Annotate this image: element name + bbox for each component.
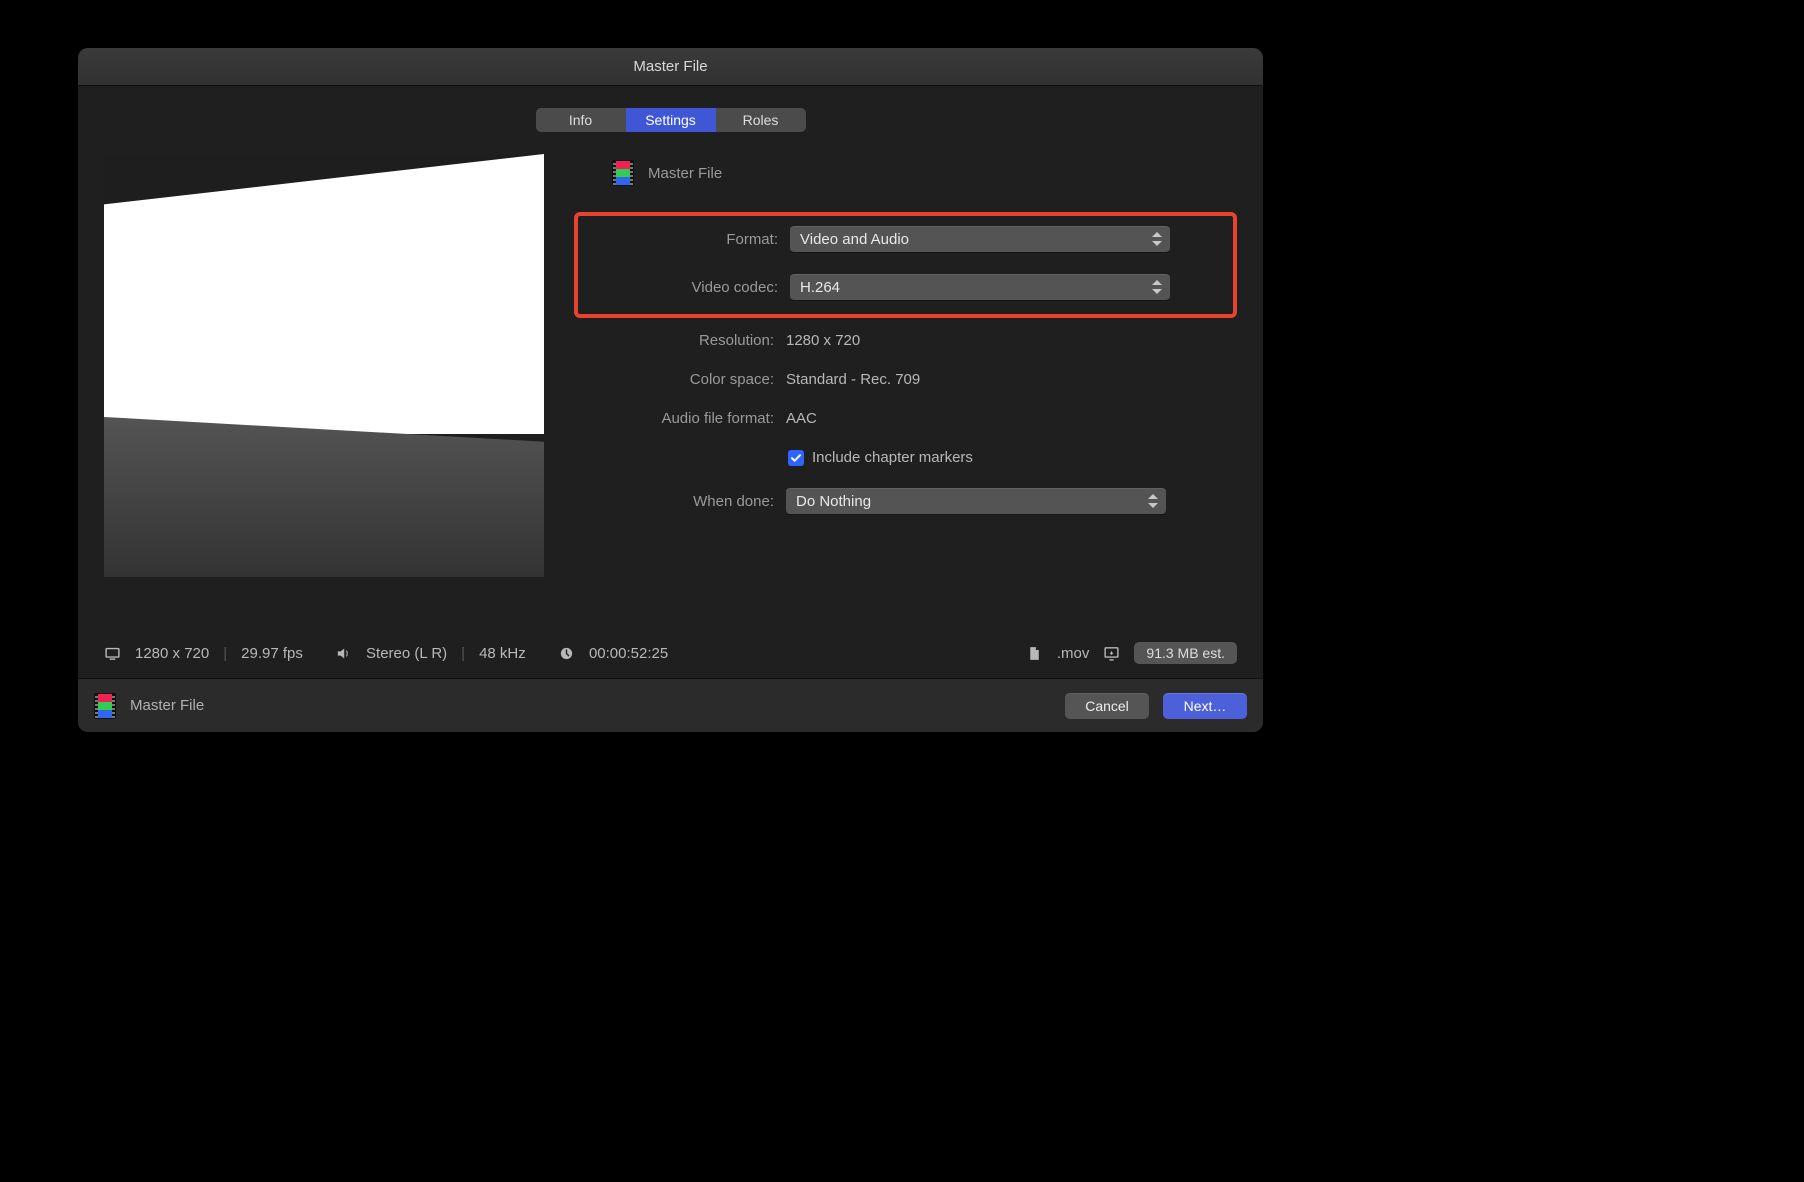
info-bar: 1280 x 720 | 29.97 fps Stereo (L R) | 48… [104, 640, 1237, 664]
chevron-updown-icon [1152, 232, 1162, 246]
footer-title: Master File [130, 697, 204, 714]
color-space-label: Color space: [574, 371, 774, 388]
chevron-updown-icon [1148, 494, 1158, 508]
dialog-footer: Master File Cancel Next… [78, 678, 1263, 732]
tabbar: Info Settings Roles [104, 108, 1237, 132]
cancel-button[interactable]: Cancel [1065, 693, 1149, 719]
info-audio: Stereo (L R) [366, 645, 447, 662]
video-codec-label: Video codec: [578, 279, 778, 296]
format-label: Format: [578, 231, 778, 248]
screen-icon [104, 645, 121, 662]
tab-roles[interactable]: Roles [716, 108, 806, 132]
format-select[interactable]: Video and Audio [790, 226, 1170, 252]
video-codec-select[interactable]: H.264 [790, 274, 1170, 300]
resolution-label: Resolution: [574, 332, 774, 349]
highlight-annotation: Format: Video and Audio Video codec: H.2… [574, 212, 1237, 318]
audio-format-label: Audio file format: [574, 410, 774, 427]
speaker-icon [335, 645, 352, 662]
video-codec-value: H.264 [800, 279, 840, 296]
resolution-value: 1280 x 720 [786, 332, 860, 349]
tab-settings[interactable]: Settings [626, 108, 716, 132]
check-icon [790, 452, 802, 464]
info-duration: 00:00:52:25 [589, 645, 668, 662]
size-badge: 91.3 MB est. [1134, 642, 1237, 664]
monitor-icon [1103, 645, 1120, 662]
clock-icon [558, 645, 575, 662]
audio-format-value: AAC [786, 410, 817, 427]
export-dialog: Master File Info Settings Roles Master F… [78, 48, 1263, 732]
titlebar: Master File [78, 48, 1263, 86]
info-fps: 29.97 fps [241, 645, 303, 662]
chevron-updown-icon [1152, 280, 1162, 294]
when-done-select[interactable]: Do Nothing [786, 488, 1166, 514]
color-space-value: Standard - Rec. 709 [786, 371, 920, 388]
chapter-markers-label: Include chapter markers [812, 449, 973, 466]
next-button[interactable]: Next… [1163, 693, 1247, 719]
info-khz: 48 kHz [479, 645, 526, 662]
film-icon [94, 693, 116, 719]
chapter-markers-checkbox[interactable] [788, 450, 804, 466]
info-dimensions: 1280 x 720 [135, 645, 209, 662]
settings-header-title: Master File [648, 165, 722, 182]
window-title: Master File [633, 58, 707, 75]
format-value: Video and Audio [800, 231, 909, 248]
file-icon [1026, 645, 1043, 662]
tab-info[interactable]: Info [536, 108, 626, 132]
when-done-label: When done: [574, 493, 774, 510]
film-icon [612, 160, 634, 186]
info-ext: .mov [1057, 645, 1090, 662]
when-done-value: Do Nothing [796, 493, 871, 510]
preview-thumbnail [104, 154, 544, 574]
